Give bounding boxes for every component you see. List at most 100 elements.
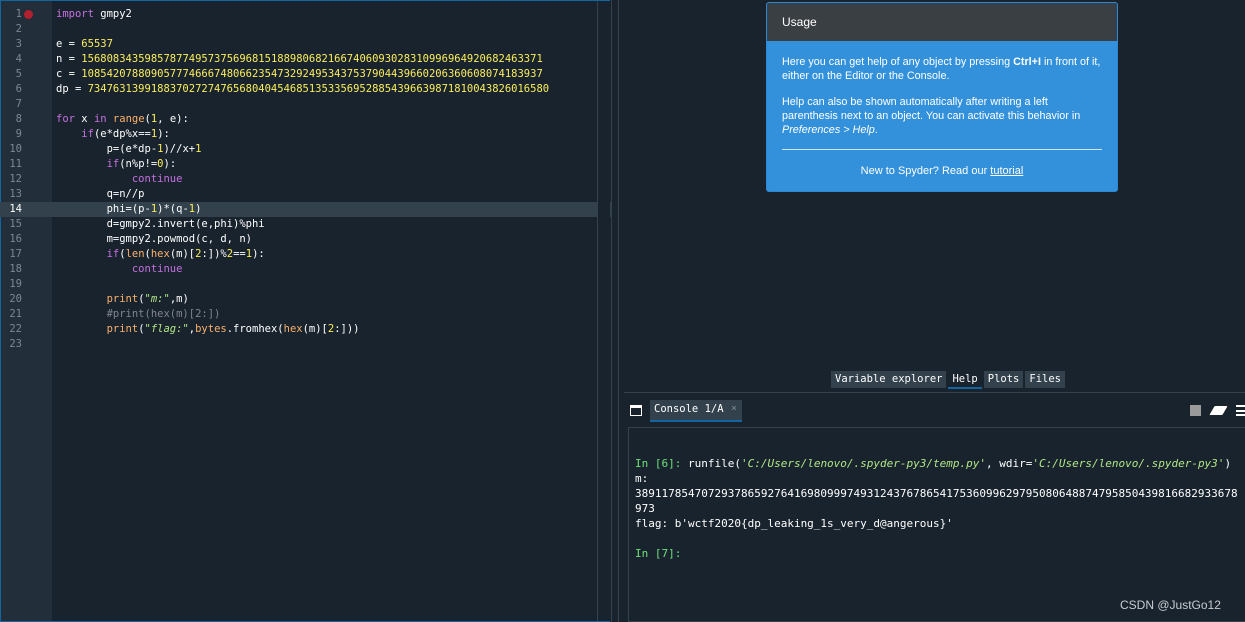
- code-line[interactable]: 17 if(len(hex(m)[2:])%2==1):: [0, 247, 611, 262]
- eraser-icon[interactable]: [1209, 406, 1228, 415]
- console-tab-bar: Console 1/A ×: [624, 398, 1245, 424]
- code-line[interactable]: 12 continue: [0, 172, 611, 187]
- code-text[interactable]: p=(e*dp-1)//x+1: [56, 142, 596, 157]
- usage-title: Usage: [767, 3, 1117, 41]
- code-line[interactable]: 8 for x in range(1, e):: [0, 112, 611, 127]
- code-text[interactable]: print("flag:",bytes.fromhex(hex(m)[2:])): [56, 322, 596, 337]
- code-text[interactable]: d=gmpy2.invert(e,phi)%phi: [56, 217, 596, 232]
- help-pane: Usage Here you can get help of any objec…: [624, 0, 1245, 392]
- code-line[interactable]: 4 n = 15680834359857877495737569681518898…: [0, 52, 611, 67]
- code-editor[interactable]: 1 import gmpy2 2 3 e = 65537 4 n = 15680834359…: [0, 0, 612, 622]
- code-line[interactable]: 23: [0, 337, 611, 352]
- usage-divider: [782, 149, 1102, 150]
- console-output-m-value: 3891178547072937865927641698099974931243…: [635, 487, 1238, 515]
- code-line[interactable]: 13 q=n//p: [0, 187, 611, 202]
- stop-icon[interactable]: [1190, 405, 1201, 416]
- line-number: 16: [9, 233, 22, 245]
- code-line[interactable]: 20 print("m:",m): [0, 292, 611, 307]
- line-number: 5: [15, 68, 22, 80]
- console-path: 'C:/Users/lenovo/.spyder-py3/temp.py': [740, 457, 987, 470]
- console-input-line: In [6]: runfile('C:/Users/lenovo/.spyder…: [635, 456, 1239, 471]
- line-number: 11: [9, 158, 22, 170]
- watermark: CSDN @JustGo12: [1120, 598, 1221, 612]
- tab-console-1a[interactable]: Console 1/A ×: [650, 400, 742, 422]
- line-number: 8: [15, 113, 22, 125]
- console-current-prompt[interactable]: In [7]:: [635, 546, 1239, 561]
- prompt: In [6]:: [635, 457, 682, 470]
- line-number: 1: [15, 8, 22, 20]
- code-line[interactable]: 9 if(e*dp%x==1):: [0, 127, 611, 142]
- breakpoint-icon[interactable]: [24, 10, 33, 19]
- code-line[interactable]: 7: [0, 97, 611, 112]
- shortcut-key: Ctrl+I: [1013, 56, 1041, 68]
- close-icon[interactable]: ×: [731, 403, 737, 414]
- code-text[interactable]: print("m:",m): [56, 292, 596, 307]
- line-number: 14: [9, 203, 22, 215]
- line-number: 7: [15, 98, 22, 110]
- code-line[interactable]: 3 e = 65537: [0, 37, 611, 52]
- tab-plots[interactable]: Plots: [983, 371, 1024, 388]
- usage-text: New to Spyder? Read our: [860, 165, 991, 177]
- line-number: 10: [9, 143, 22, 155]
- usage-paragraph-1: Here you can get help of any object by p…: [782, 55, 1102, 83]
- line-number: 18: [9, 263, 22, 275]
- code-text[interactable]: if(e*dp%x==1):: [56, 127, 596, 142]
- code-line[interactable]: 16 m=gmpy2.powmod(c, d, n): [0, 232, 611, 247]
- browse-tabs-icon[interactable]: [630, 405, 642, 416]
- line-number: 2: [15, 23, 22, 35]
- code-line[interactable]: 19: [0, 277, 611, 292]
- code-line[interactable]: 18 continue: [0, 262, 611, 277]
- usage-paragraph-2: Help can also be shown automatically aft…: [782, 95, 1102, 137]
- tutorial-link[interactable]: tutorial: [990, 165, 1023, 177]
- console-path: 'C:/Users/lenovo/.spyder-py3': [1032, 457, 1225, 470]
- code-text[interactable]: if(len(hex(m)[2:])%2==1):: [56, 247, 596, 262]
- tab-help[interactable]: Help: [948, 371, 982, 389]
- line-number: 12: [9, 173, 22, 185]
- line-number: 21: [9, 308, 22, 320]
- line-number: 3: [15, 38, 22, 50]
- usage-card: Usage Here you can get help of any objec…: [766, 2, 1118, 192]
- code-line[interactable]: 14 phi=(p-1)*(q-1): [0, 202, 611, 217]
- line-number: 4: [15, 53, 22, 65]
- code-line[interactable]: 10 p=(e*dp-1)//x+1: [0, 142, 611, 157]
- line-number: 9: [15, 128, 22, 140]
- main-splitter[interactable]: [613, 0, 623, 622]
- line-number: 13: [9, 188, 22, 200]
- code-text[interactable]: for x in range(1, e):: [56, 112, 596, 127]
- console-pane: Console 1/A × In [6]: runfile('C:/Users/…: [624, 398, 1245, 622]
- code-text[interactable]: phi=(p-1)*(q-1): [56, 202, 596, 217]
- code-text[interactable]: import gmpy2: [56, 7, 596, 22]
- code-text[interactable]: continue: [56, 172, 596, 187]
- code-text[interactable]: dp = 73476313991883702727476568040454685…: [56, 82, 596, 97]
- line-number: 23: [9, 338, 22, 350]
- ipython-console[interactable]: In [6]: runfile('C:/Users/lenovo/.spyder…: [628, 427, 1245, 622]
- code-text[interactable]: n = 156808343598578774957375696815188980…: [56, 52, 596, 67]
- tab-files[interactable]: Files: [1025, 371, 1065, 388]
- code-text[interactable]: if(n%p!=0):: [56, 157, 596, 172]
- code-line[interactable]: 22 print("flag:",bytes.fromhex(hex(m)[2:…: [0, 322, 611, 337]
- editor-lines[interactable]: 1 import gmpy2 2 3 e = 65537 4 n = 15680834359…: [0, 7, 611, 352]
- code-line[interactable]: 5 c = 10854207880905777466674806623547329…: [0, 67, 611, 82]
- line-number: 19: [9, 278, 22, 290]
- code-line[interactable]: 15 d=gmpy2.invert(e,phi)%phi: [0, 217, 611, 232]
- usage-text: Help can also be shown automatically aft…: [782, 96, 1081, 122]
- console-output-m-label: m:: [635, 472, 649, 485]
- code-text[interactable]: e = 65537: [56, 37, 596, 52]
- console-text: runfile(: [681, 457, 741, 470]
- code-line[interactable]: 11 if(n%p!=0):: [0, 157, 611, 172]
- preferences-path: Preferences > Help: [782, 124, 875, 136]
- console-text: , wdir=: [986, 457, 1033, 470]
- editor-scrollbar[interactable]: [597, 1, 610, 621]
- code-line[interactable]: 1 import gmpy2: [0, 7, 611, 22]
- code-text[interactable]: c = 108542078809057774666748066235473292…: [56, 67, 596, 82]
- menu-icon[interactable]: [1236, 405, 1245, 416]
- code-line[interactable]: 21 #print(hex(m)[2:]): [0, 307, 611, 322]
- code-text[interactable]: q=n//p: [56, 187, 596, 202]
- code-line[interactable]: 6 dp = 7347631399188370272747656804045468…: [0, 82, 611, 97]
- code-text[interactable]: #print(hex(m)[2:]): [56, 307, 596, 322]
- code-line[interactable]: 2: [0, 22, 611, 37]
- tab-variable-explorer[interactable]: Variable explorer: [831, 371, 947, 388]
- code-text[interactable]: continue: [56, 262, 596, 277]
- prompt: In [7]:: [635, 547, 682, 560]
- code-text[interactable]: m=gmpy2.powmod(c, d, n): [56, 232, 596, 247]
